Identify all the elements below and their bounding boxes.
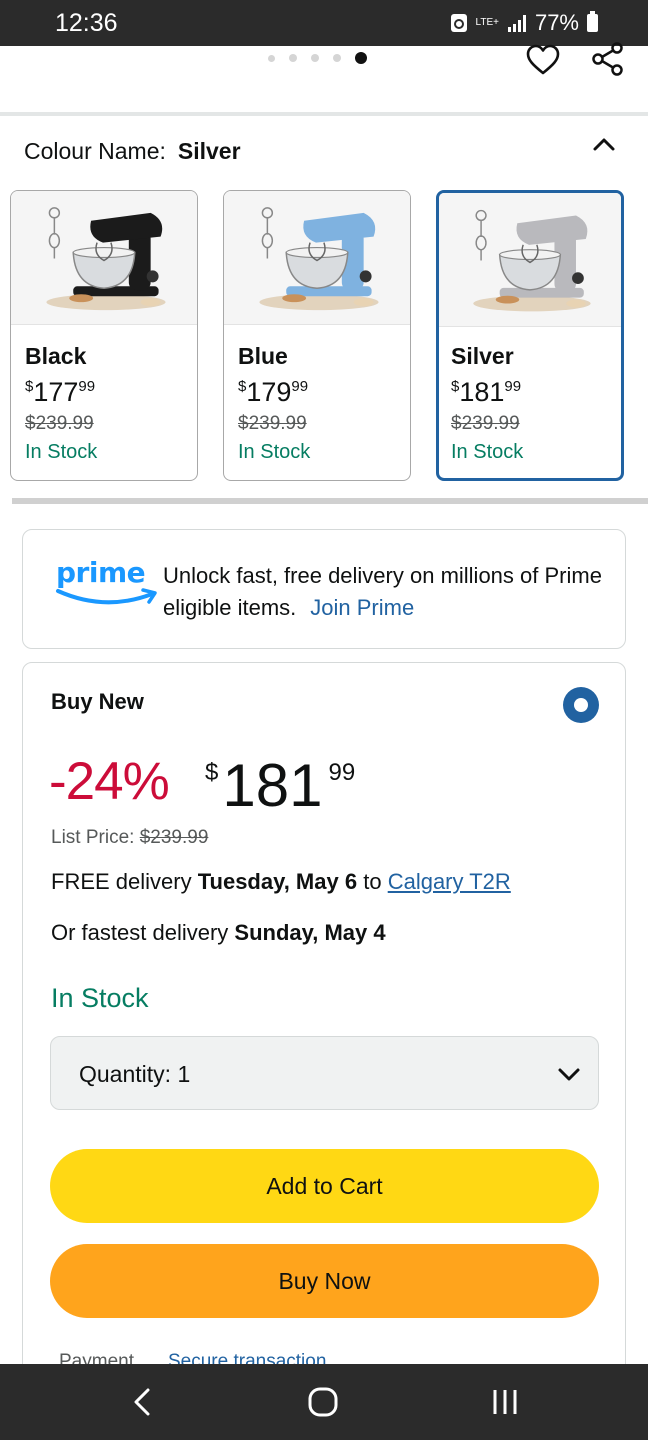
variant-name: Silver	[451, 343, 514, 369]
fastest-prefix: Or fastest delivery	[51, 920, 229, 945]
deal-price: $181 99	[205, 751, 355, 820]
quantity-value: 1	[177, 1061, 191, 1087]
buy-new-title: Buy New	[51, 689, 144, 714]
variant-name: Blue	[238, 343, 288, 369]
battery-percent: 77%	[534, 10, 579, 35]
variant-stock: In Stock	[451, 441, 524, 463]
status-time: 12:36	[55, 9, 118, 37]
price-cents: 99	[328, 759, 356, 786]
share-icon[interactable]	[590, 42, 626, 78]
quantity-label: Quantity: 1	[79, 1061, 191, 1087]
variant-list-price: $239.99	[238, 413, 307, 434]
battery-icon	[587, 11, 598, 32]
colour-label: Colour Name:	[24, 138, 166, 164]
variant-stock: In Stock	[238, 441, 311, 463]
status-bar: 12:36 LTE+ 77%	[0, 0, 648, 46]
variant-list-price: $239.99	[451, 413, 520, 434]
chevron-down-icon	[558, 1068, 580, 1081]
heart-icon[interactable]	[525, 42, 561, 78]
recents-nav-icon[interactable]	[485, 1382, 525, 1422]
variant-price: $17999	[238, 377, 308, 408]
image-carousel-dots[interactable]	[268, 52, 367, 64]
variant-name: Black	[25, 343, 87, 369]
quantity-dropdown[interactable]: Quantity: 1	[50, 1036, 599, 1110]
home-nav-icon[interactable]	[303, 1382, 343, 1422]
recycle-notification-icon	[450, 14, 467, 32]
add-to-cart-button[interactable]: Add to Cart	[50, 1149, 599, 1223]
carousel-dot[interactable]	[289, 54, 297, 62]
radio-selected-icon[interactable]	[563, 687, 599, 723]
variant-stock: In Stock	[25, 441, 98, 463]
buy-now-button[interactable]: Buy Now	[50, 1244, 599, 1318]
delivery-location-link[interactable]: Calgary T2R	[388, 869, 511, 894]
colour-variant-blue[interactable]: Blue $17999 $239.99 In Stock	[223, 190, 411, 481]
delivery-info: FREE delivery Tuesday, May 6 to Calgary …	[51, 869, 511, 895]
prime-smile-icon	[56, 588, 157, 605]
section-divider	[12, 498, 648, 504]
variant-price-cents: 99	[504, 378, 522, 395]
fastest-delivery-info: Or fastest delivery Sunday, May 4	[51, 920, 386, 946]
carousel-dot[interactable]	[268, 54, 275, 62]
carousel-dot-active[interactable]	[355, 52, 367, 64]
price-symbol: $	[205, 759, 219, 786]
delivery-prefix: FREE delivery	[51, 869, 192, 894]
stand-mixer-image	[11, 191, 197, 325]
variant-price: $17799	[25, 377, 95, 408]
stand-mixer-image	[224, 191, 410, 325]
variant-price-whole: 181	[459, 377, 505, 407]
status-icons: LTE+ 77%	[450, 10, 598, 36]
carousel-dot[interactable]	[333, 54, 341, 62]
delivery-date: Tuesday, May 6	[197, 869, 358, 894]
colour-variant-black[interactable]: Black $17799 $239.99 In Stock	[10, 190, 198, 481]
buy-box: Buy New -24% $181 99 List Price: $239.99 …	[22, 662, 626, 1422]
prime-promo-text: Unlock fast, free delivery on millions o…	[163, 560, 603, 624]
list-price-label: List Price:	[51, 827, 135, 848]
carousel-dot[interactable]	[311, 54, 319, 62]
colour-variant-silver[interactable]: Silver $18199 $239.99 In Stock	[436, 190, 624, 481]
variant-list-price: $239.99	[25, 413, 94, 434]
colour-name-heading: Colour Name: Silver	[24, 138, 241, 165]
system-nav-bar	[0, 1364, 648, 1440]
back-nav-icon[interactable]	[122, 1382, 162, 1422]
list-price: List Price: $239.99	[51, 827, 208, 849]
variant-price-whole: 177	[33, 377, 79, 407]
section-divider	[0, 112, 648, 116]
stand-mixer-image	[439, 193, 621, 327]
stock-status: In Stock	[51, 983, 149, 1013]
join-prime-link[interactable]: Join Prime	[310, 595, 414, 620]
price-whole: 181	[222, 752, 323, 819]
network-type: LTE+	[475, 17, 499, 28]
discount-percent: -24%	[49, 752, 170, 811]
fastest-date: Sunday, May 4	[234, 920, 386, 945]
list-price-value: $239.99	[139, 827, 209, 848]
delivery-to: to	[363, 869, 382, 894]
variant-price-whole: 179	[246, 377, 292, 407]
variant-price: $18199	[451, 377, 521, 408]
signal-icon	[507, 15, 526, 32]
chevron-up-icon[interactable]	[588, 128, 620, 160]
prime-promo-card: prime Unlock fast, free delivery on mill…	[22, 529, 626, 649]
variant-price-cents: 99	[291, 378, 309, 395]
prime-logo: prime	[56, 556, 146, 589]
colour-selected-value: Silver	[177, 138, 241, 164]
variant-price-cents: 99	[78, 378, 96, 395]
